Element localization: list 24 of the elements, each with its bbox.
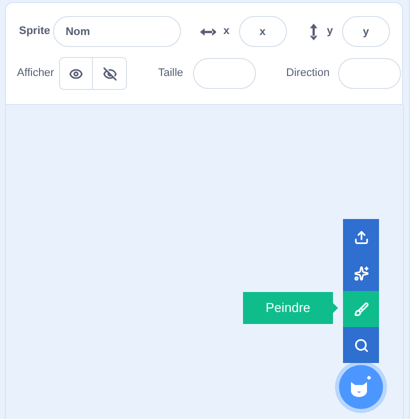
sprite-label: Sprite <box>19 24 52 40</box>
cat-icon <box>349 376 373 398</box>
eye-off-icon <box>102 66 117 80</box>
x-field[interactable]: x <box>238 16 287 47</box>
horizontal-arrows-icon <box>200 26 216 36</box>
y-label: y <box>326 24 333 40</box>
sparkles-icon <box>354 266 368 280</box>
show-button[interactable] <box>59 57 94 90</box>
y-field[interactable]: y <box>342 16 390 47</box>
search-icon <box>354 338 368 352</box>
brush-icon <box>354 302 368 316</box>
vertical-arrows-icon <box>308 22 318 40</box>
size-label: Taille <box>158 66 184 82</box>
upload-icon <box>354 230 368 244</box>
show-label: Afficher <box>17 66 54 82</box>
size-field[interactable] <box>193 58 256 89</box>
choose-sprite-button[interactable] <box>339 365 383 409</box>
direction-field[interactable] <box>338 58 401 89</box>
hide-button[interactable] <box>93 57 128 90</box>
direction-label: Direction <box>286 66 330 82</box>
x-label: x <box>223 24 230 40</box>
sprite-name-field[interactable]: Nom <box>52 16 181 47</box>
tooltip: Peindre <box>243 292 338 324</box>
eye-icon <box>69 66 84 80</box>
